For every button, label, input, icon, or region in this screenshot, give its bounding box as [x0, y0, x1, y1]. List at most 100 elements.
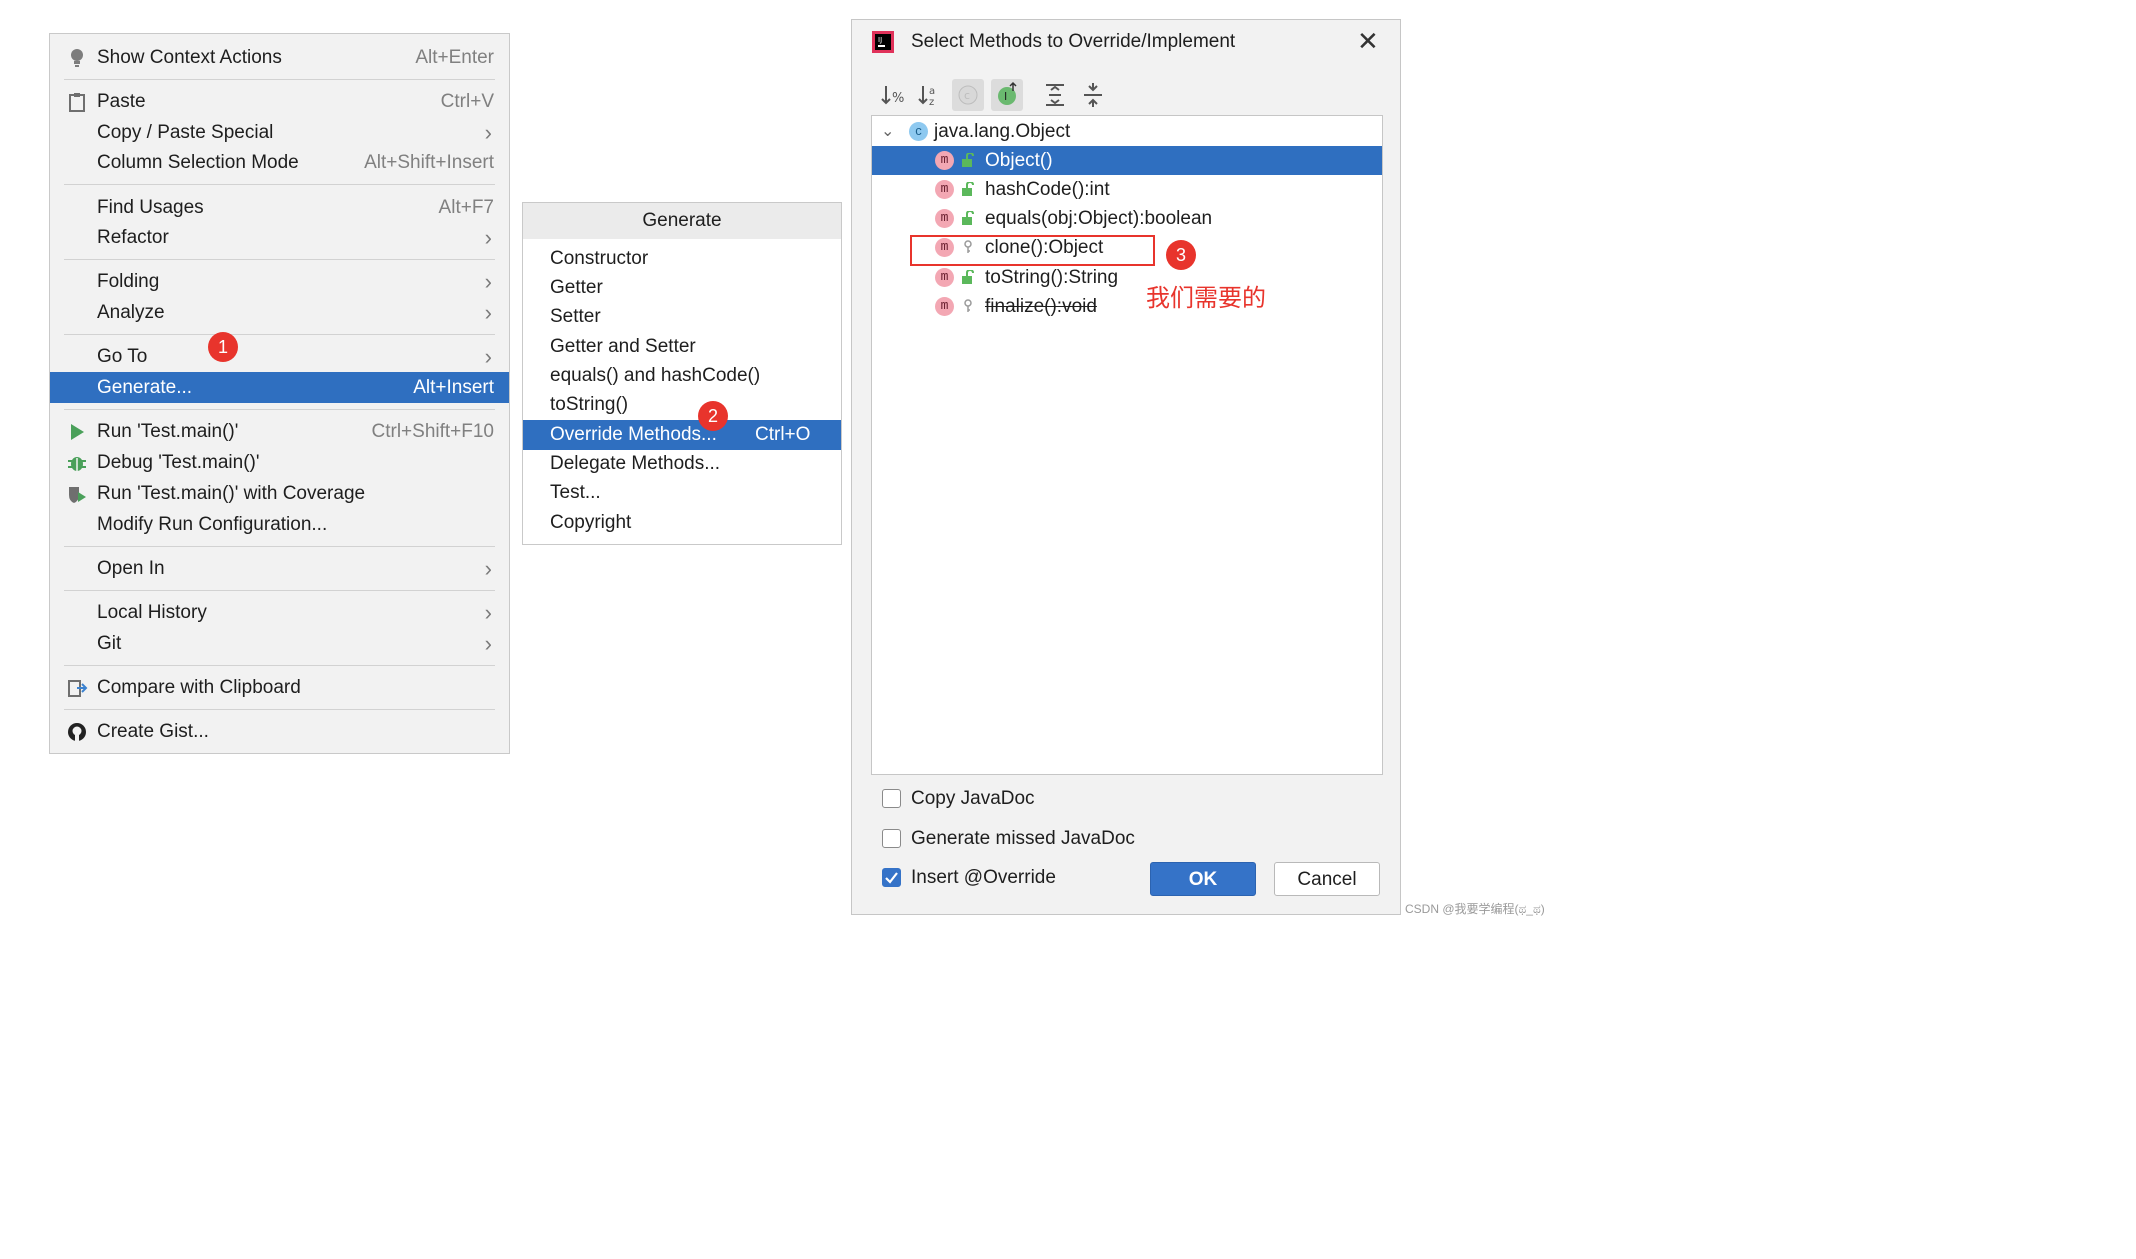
sort-by-visibility-icon[interactable]: %: [878, 79, 910, 111]
generate-menu-title: Generate: [523, 203, 841, 239]
dialog-title: Select Methods to Override/Implement: [911, 31, 1236, 52]
tree-method-row[interactable]: m finalize():void: [872, 292, 1382, 321]
menu-item-compare-with-clipboard[interactable]: Compare with Clipboard: [50, 672, 509, 703]
generate-item-test[interactable]: Test...: [523, 478, 841, 508]
menu-item-generate[interactable]: Generate... Alt+Insert: [50, 372, 509, 403]
menu-item-label: Git: [97, 633, 122, 654]
copy-javadoc-checkbox[interactable]: [882, 789, 901, 808]
tree-node-java-lang-object[interactable]: ⌄ c java.lang.Object: [872, 117, 1382, 146]
menu-item-folding[interactable]: Folding ›: [50, 266, 509, 297]
insert-override-checkbox[interactable]: [882, 868, 901, 887]
method-icon: m: [935, 297, 954, 316]
method-label-deprecated: finalize():void: [985, 296, 1097, 317]
chevron-right-icon: ›: [484, 600, 492, 625]
method-label: toString():String: [985, 267, 1119, 288]
chevron-right-icon: ›: [484, 225, 492, 250]
run-icon: [71, 424, 84, 440]
generate-item-label: equals() and hashCode(): [550, 365, 761, 386]
generate-item-copyright[interactable]: Copyright: [523, 508, 841, 538]
tree-method-row[interactable]: m Object(): [872, 146, 1382, 175]
generate-item-label: Copyright: [550, 512, 632, 533]
menu-separator: [64, 79, 495, 80]
menu-item-go-to[interactable]: Go To ›: [50, 341, 509, 372]
generate-item-tostring[interactable]: toString(): [523, 390, 841, 420]
menu-item-refactor[interactable]: Refactor ›: [50, 222, 509, 253]
chevron-right-icon: ›: [484, 300, 492, 325]
collapse-all-icon[interactable]: [1077, 79, 1109, 111]
menu-item-find-usages[interactable]: Find Usages Alt+F7: [50, 192, 509, 223]
step-marker-2: 2: [698, 401, 728, 431]
menu-item-show-context-actions[interactable]: Show Context Actions Alt+Enter: [50, 42, 509, 73]
menu-item-label: Analyze: [97, 302, 165, 323]
cancel-button[interactable]: Cancel: [1274, 862, 1380, 896]
menu-item-create-gist[interactable]: Create Gist...: [50, 716, 509, 747]
menu-separator: [64, 590, 495, 591]
generate-missed-javadoc-checkbox[interactable]: [882, 829, 901, 848]
highlight-box: [910, 235, 1155, 266]
method-icon: m: [935, 268, 954, 287]
checkbox-label: Insert @Override: [911, 867, 1056, 888]
menu-item-local-history[interactable]: Local History ›: [50, 597, 509, 628]
menu-item-shortcut: Alt+F7: [438, 197, 494, 218]
menu-separator: [64, 709, 495, 710]
show-interfaces-icon[interactable]: I: [991, 79, 1023, 111]
generate-item-getter-and-setter[interactable]: Getter and Setter: [523, 332, 841, 362]
tree-method-row[interactable]: m hashCode():int: [872, 175, 1382, 204]
ok-button[interactable]: OK: [1150, 862, 1256, 896]
github-icon: [68, 723, 86, 741]
menu-item-label: Run 'Test.main()': [97, 421, 239, 442]
menu-item-label: Go To: [97, 346, 148, 367]
protected-key-icon: [964, 299, 972, 312]
public-lock-open-icon: [962, 270, 974, 284]
menu-item-run[interactable]: Run 'Test.main()' Ctrl+Shift+F10: [50, 416, 509, 447]
generate-item-override-methods[interactable]: Override Methods... Ctrl+O: [523, 420, 841, 450]
show-classes-icon[interactable]: c: [952, 79, 984, 111]
methods-tree[interactable]: ⌄ c java.lang.Object m Object() m hashCo…: [871, 115, 1383, 775]
chevron-right-icon: ›: [484, 120, 492, 145]
expand-all-icon[interactable]: [1039, 79, 1071, 111]
svg-text:c: c: [964, 89, 970, 102]
menu-item-copy-paste-special[interactable]: Copy / Paste Special ›: [50, 117, 509, 148]
menu-item-column-selection-mode[interactable]: Column Selection Mode Alt+Shift+Insert: [50, 147, 509, 178]
generate-item-setter[interactable]: Setter: [523, 302, 841, 332]
menu-item-run-with-coverage[interactable]: Run 'Test.main()' with Coverage: [50, 478, 509, 509]
menu-item-label: Column Selection Mode: [97, 152, 299, 173]
menu-item-label: Copy / Paste Special: [97, 122, 274, 143]
generate-item-constructor[interactable]: Constructor: [523, 244, 841, 274]
close-icon[interactable]: ✕: [1357, 28, 1379, 54]
menu-separator: [64, 334, 495, 335]
menu-separator: [64, 409, 495, 410]
menu-item-debug[interactable]: Debug 'Test.main()': [50, 447, 509, 478]
method-icon: m: [935, 180, 954, 199]
generate-item-delegate-methods[interactable]: Delegate Methods...: [523, 449, 841, 479]
menu-item-paste[interactable]: Paste Ctrl+V: [50, 86, 509, 117]
clipboard-icon: [69, 93, 85, 112]
lightbulb-icon: [71, 49, 83, 67]
svg-text:a: a: [929, 86, 935, 97]
chevron-down-icon: ⌄: [881, 123, 895, 140]
public-lock-open-icon: [962, 182, 974, 196]
tree-method-row[interactable]: m equals(obj:Object):boolean: [872, 204, 1382, 233]
sort-alphabetically-icon[interactable]: az: [915, 79, 947, 111]
checkbox-label: Copy JavaDoc: [911, 788, 1035, 809]
chevron-right-icon: ›: [484, 556, 492, 581]
step-marker-3: 3: [1166, 240, 1196, 270]
menu-item-label: Debug 'Test.main()': [97, 452, 260, 473]
chevron-right-icon: ›: [484, 631, 492, 656]
override-methods-dialog: IJ Select Methods to Override/Implement …: [851, 19, 1401, 915]
chevron-right-icon: ›: [484, 344, 492, 369]
menu-item-label: Show Context Actions: [97, 47, 282, 68]
menu-item-analyze[interactable]: Analyze ›: [50, 297, 509, 328]
menu-item-label: Paste: [97, 91, 146, 112]
menu-item-modify-run-configuration[interactable]: Modify Run Configuration...: [50, 509, 509, 540]
menu-item-open-in[interactable]: Open In ›: [50, 553, 509, 584]
method-label: equals(obj:Object):boolean: [985, 208, 1213, 229]
debug-bug-icon: [68, 457, 86, 471]
menu-separator: [64, 546, 495, 547]
generate-item-equals-hashcode[interactable]: equals() and hashCode(): [523, 361, 841, 391]
menu-item-git[interactable]: Git ›: [50, 628, 509, 659]
tree-method-row[interactable]: m toString():String: [872, 263, 1382, 292]
menu-item-label: Generate...: [97, 377, 193, 398]
generate-item-getter[interactable]: Getter: [523, 273, 841, 303]
svg-text:z: z: [929, 97, 934, 108]
